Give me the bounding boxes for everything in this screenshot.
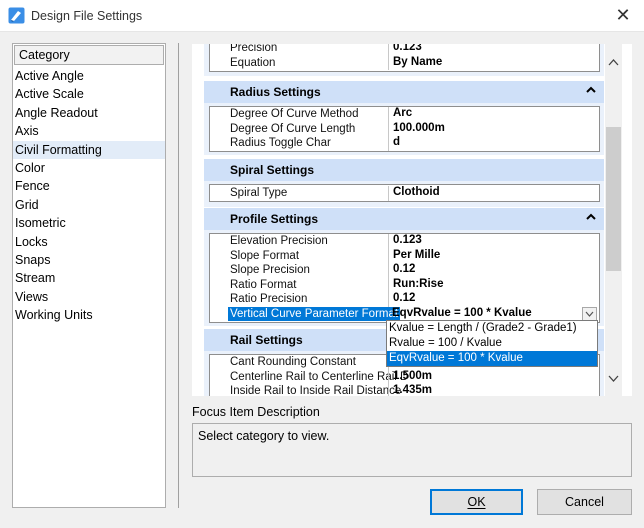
scroll-up-icon[interactable] [608,58,619,67]
window-title: Design File Settings [31,9,143,23]
title-bar: Design File Settings ✕ [0,0,644,32]
property-row[interactable]: Slope Format Per Mille [210,248,599,263]
property-scrollbar[interactable] [605,44,622,396]
property-row[interactable]: Degree Of Curve Length 100.000m [210,121,599,136]
category-item-active-scale[interactable]: Active Scale [13,85,165,103]
property-row[interactable]: Centerline Rail to Centerline Rail D 1.5… [210,369,599,384]
focus-description-text: Select category to view. [198,429,330,443]
property-row[interactable]: Inside Rail to Inside Rail Distance 1.43… [210,384,599,396]
dropdown-option-selected[interactable]: EqvRvalue = 100 * Kvalue [387,351,597,366]
property-row[interactable]: Ratio Format Run:Rise [210,277,599,292]
close-button[interactable]: ✕ [608,3,638,29]
property-row[interactable]: Degree Of Curve Method Arc [210,107,599,122]
category-item-views[interactable]: Views [13,288,165,306]
property-row[interactable]: Radius Toggle Char d [210,136,599,151]
property-row[interactable]: Equation By Name [210,55,599,70]
dropdown-option[interactable]: Rvalue = 100 / Kvalue [387,336,597,351]
close-icon: ✕ [615,5,631,25]
category-list: Active Angle Active Scale Angle Readout … [13,67,165,324]
scroll-down-icon[interactable] [608,374,619,383]
dropdown-button[interactable] [582,306,597,321]
ok-button[interactable]: OK [430,489,523,515]
app-icon [8,7,25,24]
category-item-grid[interactable]: Grid [13,196,165,214]
category-header[interactable]: Category [14,45,164,65]
category-item-axis[interactable]: Axis [13,122,165,140]
category-item-isometric[interactable]: Isometric [13,214,165,232]
chevron-down-icon [585,311,594,317]
category-item-fence[interactable]: Fence [13,177,165,195]
panel-divider[interactable] [178,43,179,508]
section-header-spiral[interactable]: Spiral Settings [204,159,604,181]
property-row[interactable]: Precision 0.123 [210,44,599,56]
category-item-locks[interactable]: Locks [13,233,165,251]
dropdown-list: Kvalue = Length / (Grade2 - Grade1) Rval… [386,320,598,367]
property-row[interactable]: Elevation Precision 0.123 [210,234,599,249]
focus-description-box: Select category to view. [192,423,632,477]
dropdown-option[interactable]: Kvalue = Length / (Grade2 - Grade1) [387,321,597,336]
property-row[interactable]: Spiral Type Clothoid [210,186,599,201]
cancel-button[interactable]: Cancel [537,489,632,515]
category-item-civil-formatting[interactable]: Civil Formatting [13,140,165,159]
category-panel: Category Active Angle Active Scale Angle… [12,43,166,508]
collapse-caret-icon[interactable] [586,212,596,222]
property-row-vertical-curve-format[interactable]: Vertical Curve Parameter Format EqvRvalu… [210,306,599,321]
focus-description-label: Focus Item Description [192,405,320,419]
category-item-stream[interactable]: Stream [13,269,165,287]
category-item-angle-readout[interactable]: Angle Readout [13,104,165,122]
section-header-profile[interactable]: Profile Settings [204,208,604,230]
property-row[interactable]: Ratio Precision 0.12 [210,292,599,307]
property-row[interactable]: Slope Precision 0.12 [210,263,599,278]
category-item-active-angle[interactable]: Active Angle [13,67,165,85]
category-item-snaps[interactable]: Snaps [13,251,165,269]
scrollbar-thumb[interactable] [606,127,621,271]
section-header-radius[interactable]: Radius Settings [204,81,604,103]
category-item-working-units[interactable]: Working Units [13,306,165,324]
category-item-color[interactable]: Color [13,159,165,177]
collapse-caret-icon[interactable] [586,85,596,95]
